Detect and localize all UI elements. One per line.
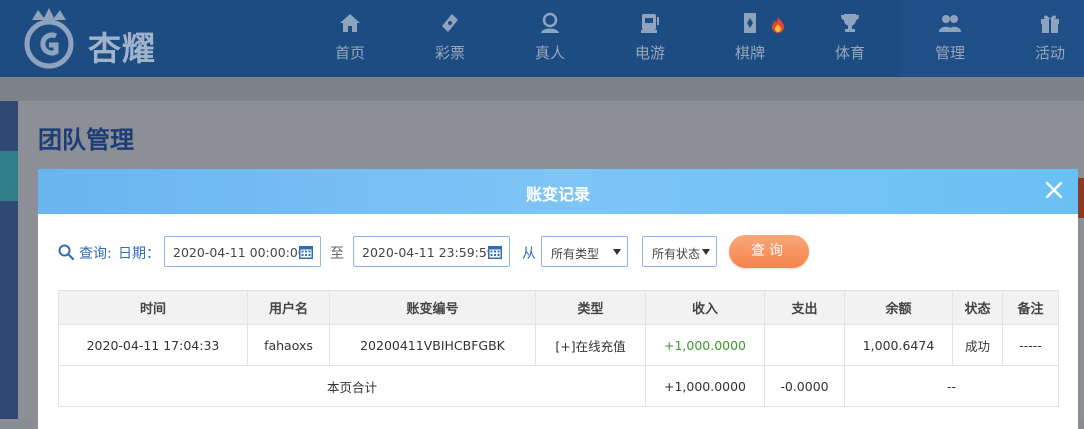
cell-time: 2020-04-11 17:04:33 [58, 324, 248, 366]
to-label: 至 [330, 246, 344, 262]
summary-rest: -- [844, 365, 1059, 407]
summary-expense: -0.0000 [764, 365, 845, 407]
modal-title: 账变记录 [525, 185, 590, 204]
brand-logo[interactable]: 杏耀 [18, 6, 168, 70]
nav-label: 彩票 [434, 44, 465, 62]
col-header-expense: 支出 [764, 290, 845, 325]
nav-item-sports[interactable]: 体育 [800, 0, 900, 77]
transaction-table: 时间 用户名 账变编号 类型 收入 支出 余额 状态 备注 2020-04-11… [58, 290, 1059, 407]
nav-label: 活动 [1034, 44, 1065, 62]
cell-status: 成功 [952, 324, 1003, 366]
nav-label: 首页 [334, 44, 365, 62]
left-sidebar [0, 101, 18, 419]
col-header-username: 用户名 [247, 290, 330, 325]
nav-label: 真人 [534, 44, 565, 62]
modal-header: 账变记录 [38, 169, 1078, 214]
chevron-down-icon [702, 249, 710, 255]
cell-expense [764, 324, 845, 366]
cell-balance: 1,000.6474 [844, 324, 953, 366]
type-select-value: 所有类型 [551, 247, 600, 261]
nav-label: 电游 [634, 44, 665, 62]
sub-header-strip [0, 77, 1084, 101]
start-date-input[interactable]: 2020-04-11 00:00:00 [164, 236, 321, 267]
nav-label: 体育 [834, 44, 865, 62]
calendar-icon[interactable] [298, 244, 314, 260]
cell-username: fahaoxs [247, 324, 330, 366]
nav-item-egame[interactable]: 电游 [600, 0, 700, 77]
nav-item-live[interactable]: 真人 [500, 0, 600, 77]
trophy-icon [841, 14, 859, 32]
gift-icon [1041, 15, 1059, 33]
date-label: 日期： [118, 246, 160, 262]
person-icon [541, 12, 559, 33]
col-header-balance: 余额 [844, 290, 953, 325]
ticket-icon [442, 14, 458, 32]
query-label: 查询: [79, 246, 112, 262]
home-icon [340, 14, 360, 32]
main-nav: 首页 彩票 真人 电游 棋牌 体育 管理 活动 [300, 0, 1084, 77]
cell-type: [+]在线充值 [535, 324, 646, 366]
col-header-record-id: 账变编号 [329, 290, 536, 325]
from-label: 从 [522, 246, 536, 262]
nav-item-cards[interactable]: 棋牌 [700, 0, 800, 77]
slot-machine-icon [641, 14, 659, 33]
status-select[interactable]: 所有状态 [642, 236, 717, 267]
nav-label: 棋牌 [734, 44, 765, 62]
col-header-status: 状态 [952, 290, 1003, 325]
transaction-record-modal: 账变记录 查询: 日期： 2020-04-11 00:00:00 至 2020-… [38, 169, 1078, 429]
page-title: 团队管理 [38, 126, 134, 154]
cell-note: ----- [1002, 324, 1059, 366]
filter-row: 查询: 日期： 2020-04-11 00:00:00 至 2020-04-11… [38, 235, 1078, 269]
col-header-type: 类型 [535, 290, 646, 325]
users-icon [939, 15, 961, 32]
table-summary-row: 本页合计 +1,000.0000 -0.0000 -- [58, 365, 1059, 407]
cell-record-id: 20200411VBIHCBFGBK [329, 324, 536, 366]
end-date-input[interactable]: 2020-04-11 23:59:59 [353, 236, 510, 267]
nav-item-manage[interactable]: 管理 [900, 0, 1000, 77]
cards-icon [744, 13, 756, 33]
page-side-tab[interactable] [1078, 178, 1084, 218]
col-header-time: 时间 [58, 290, 248, 325]
brand-name: 杏耀 [88, 29, 156, 68]
nav-item-events[interactable]: 活动 [1000, 0, 1084, 77]
table-header-row: 时间 用户名 账变编号 类型 收入 支出 余额 状态 备注 [58, 290, 1059, 325]
calendar-icon[interactable] [487, 244, 503, 260]
start-date-value: 2020-04-11 00:00:00 [173, 245, 306, 260]
col-header-income: 收入 [645, 290, 765, 325]
cell-income: +1,000.0000 [645, 324, 765, 366]
summary-income: +1,000.0000 [645, 365, 765, 407]
nav-label: 管理 [934, 44, 965, 62]
close-icon[interactable] [1042, 178, 1066, 202]
chevron-down-icon [613, 249, 621, 255]
search-icon [58, 244, 74, 260]
summary-label: 本页合计 [58, 365, 646, 407]
end-date-value: 2020-04-11 23:59:59 [362, 245, 495, 260]
status-select-value: 所有状态 [652, 247, 701, 261]
type-select[interactable]: 所有类型 [541, 236, 628, 267]
query-button[interactable]: 查询 [729, 235, 809, 268]
col-header-note: 备注 [1002, 290, 1059, 325]
top-nav-bar: 杏耀 首页 彩票 真人 电游 棋牌 体育 管理 活动 [0, 0, 1084, 77]
nav-item-home[interactable]: 首页 [300, 0, 400, 77]
table-row: 2020-04-11 17:04:33 fahaoxs 20200411VBIH… [58, 324, 1059, 366]
sidebar-active-item[interactable] [0, 151, 18, 201]
crown-emblem-icon [24, 8, 74, 69]
hot-fire-icon [772, 17, 784, 33]
nav-item-lottery[interactable]: 彩票 [400, 0, 500, 77]
